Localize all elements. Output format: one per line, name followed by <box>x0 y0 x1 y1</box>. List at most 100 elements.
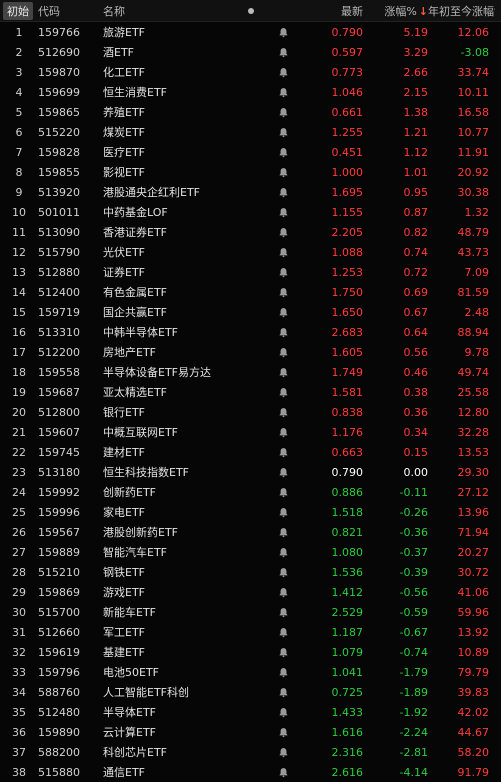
bell-icon[interactable] <box>278 647 289 658</box>
row-alert-cell[interactable] <box>261 765 306 779</box>
table-row[interactable]: 27 159889 智能汽车ETF 1.080 -0.37 20.27 <box>0 542 501 562</box>
bell-icon[interactable] <box>278 307 289 318</box>
table-row[interactable]: 13 512880 证券ETF 1.253 0.72 7.09 <box>0 262 501 282</box>
table-row[interactable]: 15 159719 国企共赢ETF 1.650 0.67 2.48 <box>0 302 501 322</box>
init-header[interactable]: 初始 <box>0 1 38 20</box>
row-alert-cell[interactable] <box>261 605 306 619</box>
code-column-header[interactable]: 代码 <box>38 3 103 19</box>
bell-icon[interactable] <box>278 207 289 218</box>
table-row[interactable]: 4 159699 恒生消费ETF 1.046 2.15 10.11 <box>0 82 501 102</box>
table-row[interactable]: 3 159870 化工ETF 0.773 2.66 33.74 <box>0 62 501 82</box>
row-alert-cell[interactable] <box>261 305 306 319</box>
bell-icon[interactable] <box>278 127 289 138</box>
bell-icon[interactable] <box>278 347 289 358</box>
bell-icon[interactable] <box>278 247 289 258</box>
bell-icon[interactable] <box>278 107 289 118</box>
table-row[interactable]: 32 159619 基建ETF 1.079 -0.74 10.89 <box>0 642 501 662</box>
table-row[interactable]: 20 512800 银行ETF 0.838 0.36 12.80 <box>0 402 501 422</box>
table-row[interactable]: 12 515790 光伏ETF 1.088 0.74 43.73 <box>0 242 501 262</box>
table-row[interactable]: 8 159855 影视ETF 1.000 1.01 20.92 <box>0 162 501 182</box>
table-row[interactable]: 14 512400 有色金属ETF 1.750 0.69 81.59 <box>0 282 501 302</box>
row-alert-cell[interactable] <box>261 105 306 119</box>
name-column-header[interactable]: 名称 <box>103 3 241 19</box>
bell-icon[interactable] <box>278 727 289 738</box>
bell-icon[interactable] <box>278 747 289 758</box>
bell-icon[interactable] <box>278 567 289 578</box>
bell-icon[interactable] <box>278 487 289 498</box>
table-row[interactable]: 31 512660 军工ETF 1.187 -0.67 13.92 <box>0 622 501 642</box>
row-alert-cell[interactable] <box>261 385 306 399</box>
row-alert-cell[interactable] <box>261 745 306 759</box>
bell-icon[interactable] <box>278 67 289 78</box>
bell-icon[interactable] <box>278 327 289 338</box>
init-badge[interactable]: 初始 <box>3 1 33 20</box>
row-alert-cell[interactable] <box>261 625 306 639</box>
bell-icon[interactable] <box>278 47 289 58</box>
table-row[interactable]: 18 159558 半导体设备ETF易方达 1.749 0.46 49.74 <box>0 362 501 382</box>
table-row[interactable]: 19 159687 亚太精选ETF 1.581 0.38 25.58 <box>0 382 501 402</box>
bell-icon[interactable] <box>278 587 289 598</box>
table-row[interactable]: 25 159996 家电ETF 1.518 -0.26 13.96 <box>0 502 501 522</box>
table-row[interactable]: 37 588200 科创芯片ETF 2.316 -2.81 58.20 <box>0 742 501 762</box>
ytd-column-header[interactable]: 年初至今涨幅% <box>428 3 495 19</box>
table-row[interactable]: 11 513090 香港证券ETF 2.205 0.82 48.79 <box>0 222 501 242</box>
table-row[interactable]: 30 515700 新能车ETF 2.529 -0.59 59.96 <box>0 602 501 622</box>
bell-icon[interactable] <box>278 407 289 418</box>
bell-icon[interactable] <box>278 147 289 158</box>
table-row[interactable]: 6 515220 煤炭ETF 1.255 1.21 10.77 <box>0 122 501 142</box>
row-alert-cell[interactable] <box>261 445 306 459</box>
row-alert-cell[interactable] <box>261 205 306 219</box>
row-alert-cell[interactable] <box>261 65 306 79</box>
bell-icon[interactable] <box>278 507 289 518</box>
bell-icon[interactable] <box>278 447 289 458</box>
bell-icon[interactable] <box>278 767 289 778</box>
table-row[interactable]: 26 159567 港股创新药ETF 0.821 -0.36 71.94 <box>0 522 501 542</box>
bell-icon[interactable] <box>278 627 289 638</box>
table-row[interactable]: 22 159745 建材ETF 0.663 0.15 13.53 <box>0 442 501 462</box>
row-alert-cell[interactable] <box>261 345 306 359</box>
row-alert-cell[interactable] <box>261 585 306 599</box>
bell-icon[interactable] <box>278 267 289 278</box>
bell-icon[interactable] <box>278 527 289 538</box>
row-alert-cell[interactable] <box>261 145 306 159</box>
change-column-header[interactable]: 涨幅% ↓ <box>363 3 428 19</box>
row-alert-cell[interactable] <box>261 25 306 39</box>
row-alert-cell[interactable] <box>261 545 306 559</box>
bell-icon[interactable] <box>278 27 289 38</box>
row-alert-cell[interactable] <box>261 505 306 519</box>
row-alert-cell[interactable] <box>261 125 306 139</box>
row-alert-cell[interactable] <box>261 325 306 339</box>
table-row[interactable]: 24 159992 创新药ETF 0.886 -0.11 27.12 <box>0 482 501 502</box>
bell-icon[interactable] <box>278 667 289 678</box>
table-row[interactable]: 1 159766 旅游ETF 0.790 5.19 12.06 <box>0 22 501 42</box>
table-row[interactable]: 7 159828 医疗ETF 0.451 1.12 11.91 <box>0 142 501 162</box>
bell-icon[interactable] <box>278 227 289 238</box>
row-alert-cell[interactable] <box>261 525 306 539</box>
table-row[interactable]: 29 159869 游戏ETF 1.412 -0.56 41.06 <box>0 582 501 602</box>
row-alert-cell[interactable] <box>261 485 306 499</box>
bell-icon[interactable] <box>278 167 289 178</box>
table-row[interactable]: 16 513310 中韩半导体ETF 2.683 0.64 88.94 <box>0 322 501 342</box>
row-alert-cell[interactable] <box>261 645 306 659</box>
table-row[interactable]: 38 515880 通信ETF 2.616 -4.14 91.79 <box>0 762 501 782</box>
row-alert-cell[interactable] <box>261 565 306 579</box>
price-column-header[interactable]: 最新 <box>306 3 363 19</box>
bell-icon[interactable] <box>278 87 289 98</box>
row-alert-cell[interactable] <box>261 405 306 419</box>
bell-icon[interactable] <box>278 687 289 698</box>
table-row[interactable]: 23 513180 恒生科技指数ETF 0.790 0.00 29.30 <box>0 462 501 482</box>
table-row[interactable]: 5 159865 养殖ETF 0.661 1.38 16.58 <box>0 102 501 122</box>
bell-icon[interactable] <box>278 467 289 478</box>
table-row[interactable]: 34 588760 人工智能ETF科创 0.725 -1.89 39.83 <box>0 682 501 702</box>
row-alert-cell[interactable] <box>261 185 306 199</box>
dot-column-header[interactable] <box>241 4 261 17</box>
row-alert-cell[interactable] <box>261 665 306 679</box>
bell-icon[interactable] <box>278 367 289 378</box>
bell-icon[interactable] <box>278 187 289 198</box>
row-alert-cell[interactable] <box>261 85 306 99</box>
row-alert-cell[interactable] <box>261 285 306 299</box>
row-alert-cell[interactable] <box>261 685 306 699</box>
row-alert-cell[interactable] <box>261 165 306 179</box>
bell-icon[interactable] <box>278 707 289 718</box>
row-alert-cell[interactable] <box>261 465 306 479</box>
